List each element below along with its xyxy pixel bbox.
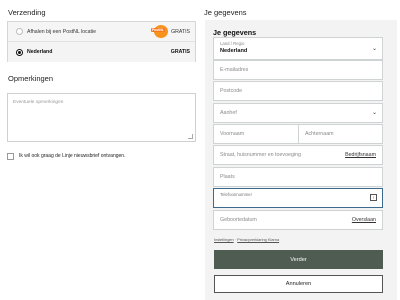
email-field[interactable]: E-mailadres (213, 60, 383, 80)
firstname-placeholder: Voornaam (220, 131, 245, 137)
radio-nederland[interactable] (16, 48, 23, 56)
lastname-field[interactable]: Achternaam (298, 124, 383, 144)
next-button[interactable]: Verder (214, 250, 383, 269)
remarks-heading: Opmerkingen (8, 74, 54, 83)
newsletter-label: Ik wil ook graag de Linje nieuwsbrief on… (19, 153, 126, 159)
privacy-link[interactable]: Privacyverklaring Klarna (237, 237, 279, 242)
city-field[interactable]: Plaats (213, 167, 383, 187)
shipping-option-price: GRATIS (170, 49, 190, 55)
chevron-down-icon: ⌄ (371, 110, 377, 116)
salutation-placeholder: Aanhef (220, 110, 237, 116)
details-subheading: Je gegevens (213, 28, 257, 37)
shipping-option-postnl[interactable]: Afhalen bij een PostNL locatie PostNL GR… (8, 22, 195, 42)
remarks-textarea[interactable]: Eventuele opmerkingen (7, 93, 196, 142)
country-value: Nederland (220, 48, 248, 54)
postnl-logo-text: PostNL (151, 28, 165, 32)
email-placeholder: E-mailadres (220, 67, 249, 73)
details-heading: Je gegevens (204, 8, 247, 17)
phone-label: Telefoonnummer (220, 192, 253, 197)
shipping-option-nederland[interactable]: Nederland GRATIS (8, 42, 195, 62)
resize-grip-icon[interactable] (188, 134, 193, 139)
firstname-field[interactable]: Voornaam (213, 124, 299, 144)
shipping-option-label: Nederland (27, 49, 53, 55)
country-select[interactable]: Land / Regio Nederland ⌄ (213, 37, 383, 60)
birthdate-field[interactable]: Geboortedatum Overslaan (213, 210, 383, 230)
terms-link[interactable]: Instellingen (214, 237, 234, 242)
postcode-placeholder: Postcode (220, 88, 243, 94)
lastname-placeholder: Achternaam (305, 131, 334, 137)
postcode-field[interactable]: Postcode (213, 81, 383, 101)
remarks-placeholder: Eventuele opmerkingen (13, 100, 64, 105)
radio-postnl[interactable] (16, 28, 23, 35)
cancel-button[interactable]: Annuleren (214, 275, 383, 293)
shipping-heading: Verzending (8, 8, 46, 17)
street-placeholder: Straat, huisnummer en toevoeging (220, 152, 301, 158)
newsletter-checkbox[interactable] (7, 153, 14, 160)
shipping-options: Afhalen bij een PostNL locatie PostNL GR… (7, 21, 196, 62)
legal-links: Instellingen · Privacyverklaring Klarna (214, 237, 279, 242)
country-label: Land / Regio (220, 41, 245, 46)
street-field[interactable]: Straat, huisnummer en toevoeging Bedrijf… (213, 145, 383, 165)
company-name-link[interactable]: Bedrijfsnaam (345, 152, 376, 158)
skip-link[interactable]: Overslaan (352, 217, 376, 223)
phone-field[interactable]: Telefoonnummer ! (213, 188, 383, 208)
chevron-down-icon: ⌄ (371, 46, 377, 52)
city-placeholder: Plaats (220, 174, 235, 180)
birthdate-placeholder: Geboortedatum (220, 217, 257, 223)
shipping-option-label: Afhalen bij een PostNL locatie (27, 28, 97, 35)
salutation-select[interactable]: Aanhef ⌄ (213, 103, 383, 123)
shipping-option-price: GRATIS (171, 28, 190, 35)
info-icon[interactable]: ! (370, 194, 377, 201)
